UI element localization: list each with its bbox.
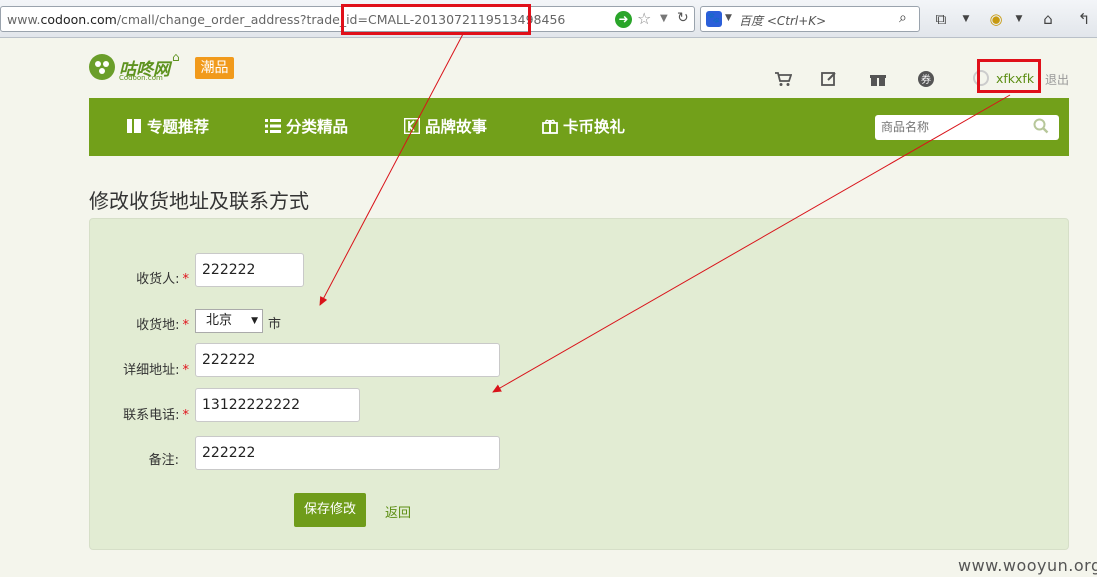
- gift-icon: [542, 118, 558, 134]
- save-button[interactable]: 保存修改: [294, 493, 366, 527]
- nav-item-coin-exchange[interactable]: 卡币换礼: [542, 117, 625, 137]
- required-mark: *: [182, 272, 190, 287]
- receiver-input[interactable]: 222222: [195, 253, 304, 287]
- tool-dropdown-icon[interactable]: ▼: [960, 9, 972, 29]
- phone-input[interactable]: 13122222222: [195, 388, 360, 422]
- nav-item-topics[interactable]: 专题推荐: [126, 117, 209, 137]
- nav-item-brand-story[interactable]: 品牌故事: [403, 117, 487, 137]
- coupon-icon[interactable]: 券: [917, 70, 935, 88]
- reload-icon[interactable]: ↻: [677, 10, 689, 26]
- required-mark: *: [182, 318, 190, 333]
- list-icon: [265, 118, 281, 134]
- main-nav: 专题推荐 分类精品 品牌故事 卡币换礼: [89, 98, 1069, 156]
- phone-label: 联系电话: *: [123, 408, 190, 423]
- nav-item-categories[interactable]: 分类精品: [265, 117, 348, 137]
- history-dropdown-icon[interactable]: ▼: [660, 13, 668, 24]
- search-icon[interactable]: ⌕: [899, 10, 907, 26]
- watermark: www.wooyun.org: [958, 556, 1097, 575]
- required-mark: *: [182, 408, 190, 423]
- province-select[interactable]: 北京 ▼: [195, 309, 263, 333]
- chaopin-badge[interactable]: 潮品: [195, 57, 234, 79]
- address-input[interactable]: 222222: [195, 343, 500, 377]
- go-icon[interactable]: ➜: [615, 11, 632, 28]
- chevron-down-icon: ▼: [251, 316, 258, 326]
- product-search-input[interactable]: [881, 118, 1031, 136]
- home-icon[interactable]: ⌂: [1038, 9, 1058, 29]
- browser-toolbar: www.codoon.com/cmall/change_order_addres…: [0, 0, 1097, 38]
- product-search[interactable]: [875, 115, 1059, 140]
- screenshot-icon[interactable]: ⧉: [930, 9, 952, 29]
- browser-search-box[interactable]: 🐾 ▼ 百度 <Ctrl+K> ⌕: [700, 6, 920, 32]
- addon-dropdown-icon[interactable]: ▼: [1013, 9, 1025, 29]
- note-label: 备注:: [148, 453, 179, 468]
- required-mark: *: [182, 363, 190, 378]
- brand-icon: [403, 117, 421, 135]
- username-highlight-box: [977, 59, 1041, 93]
- svg-text:券: 券: [921, 73, 931, 86]
- cart-icon[interactable]: [774, 70, 793, 88]
- back-link[interactable]: 返回: [385, 502, 411, 521]
- search-icon[interactable]: [1033, 118, 1049, 134]
- addon-icon[interactable]: ◉: [986, 9, 1006, 29]
- house-icon: ⌂: [172, 50, 180, 64]
- note-input[interactable]: 222222: [195, 436, 500, 470]
- bookmark-star-icon[interactable]: ☆: [637, 9, 651, 28]
- trade-id-highlight-box: [341, 4, 531, 35]
- gift-icon[interactable]: [869, 70, 887, 88]
- baidu-icon[interactable]: 🐾: [706, 11, 722, 27]
- back-history-icon[interactable]: ↰: [1074, 9, 1094, 29]
- receiver-label: 收货人: *: [136, 272, 190, 287]
- region-label: 收货地: *: [136, 318, 190, 333]
- logout-link[interactable]: 退出: [1045, 71, 1069, 88]
- page-title: 修改收货地址及联系方式: [89, 189, 309, 213]
- city-suffix: 市: [268, 317, 282, 332]
- book-icon: [126, 118, 142, 134]
- logo-subtext: Codoon.com: [119, 74, 163, 82]
- edit-icon[interactable]: [820, 70, 838, 88]
- engine-dropdown-icon[interactable]: ▼: [725, 13, 732, 23]
- browser-search-placeholder: 百度 <Ctrl+K>: [739, 14, 827, 28]
- logo-mark-icon: [89, 54, 115, 80]
- address-label: 详细地址: *: [123, 363, 190, 378]
